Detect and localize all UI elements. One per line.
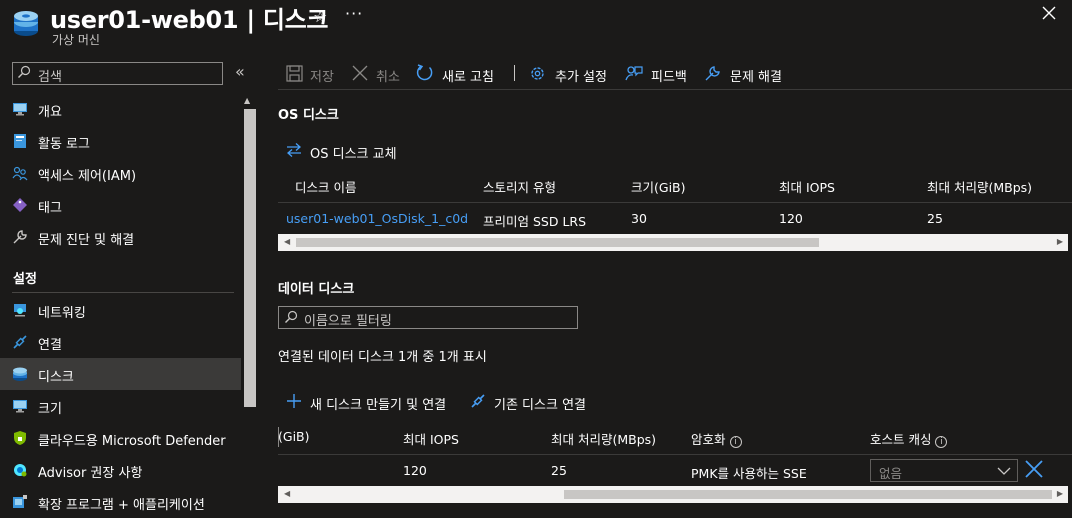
sidebar-item-activity-log[interactable]: 활동 로그 [0,125,241,157]
os-disk-horizontal-scrollbar[interactable]: ◀ ▶ [278,234,1068,251]
sidebar-item-tags[interactable]: 태그 [0,189,241,221]
column-header-max-iops: 최대 IOPS [403,432,459,447]
os-disk-iops: 120 [779,211,803,226]
scrollbar-thumb[interactable] [296,238,819,247]
tag-icon [12,197,28,213]
disk-icon [12,8,40,42]
feedback-icon [625,65,643,86]
advisor-icon [12,462,28,478]
disk-icon [12,366,28,382]
column-header-max-iops: 최대 IOPS [779,180,835,195]
swap-icon [286,142,302,162]
wrench-icon [704,65,721,86]
sidebar-item-defender[interactable]: 클라우드용 Microsoft Defender [0,422,241,454]
blade-header: user01-web01 | 디스크 가상 머신 ☆ ··· [0,0,1072,56]
sidebar-item-overview[interactable]: 개요 [0,93,241,125]
os-disk-size: 30 [631,211,647,226]
scroll-left-icon[interactable]: ◀ [284,237,290,246]
menu-scrollbar-thumb[interactable] [244,109,256,407]
column-resize-handle[interactable] [278,427,279,447]
os-disk-throughput: 25 [927,211,943,226]
data-disk-encryption: PMK를 사용하는 SSE [691,466,807,481]
scroll-left-icon[interactable]: ◀ [284,489,290,498]
section-divider [12,292,234,293]
search-icon [17,65,31,83]
scroll-right-icon[interactable]: ▶ [1057,489,1063,498]
filter-by-name-input[interactable]: 이름으로 필터링 [278,306,578,329]
data-disk-horizontal-scrollbar[interactable]: ◀ ▶ [278,486,1068,503]
feedback-button[interactable]: 피드백 [625,64,691,86]
people-icon [12,165,28,181]
gear-icon [529,65,546,86]
extension-icon [12,494,28,510]
column-header-encryption: 암호화 i [691,429,742,448]
activity-log-icon [12,133,28,149]
scroll-up-icon[interactable]: ▲ [244,96,250,105]
sidebar-item-advisor[interactable]: Advisor 권장 사항 [0,454,241,486]
column-header-disk-name: 디스크 이름 [295,180,357,195]
refresh-button[interactable]: 새로 고침 [416,64,500,86]
table-header-divider [278,202,1072,203]
detach-disk-icon[interactable] [1024,459,1044,483]
os-disk-name-link[interactable]: user01-web01_OsDisk_1_c0dde [286,211,468,226]
disks-blade-content: 저장 취소 새로 고침 추가 설정 피드백 문제 해결 OS 디스크 OS 디스… [258,56,1072,511]
column-header-max-throughput: 최대 처리량(MBps) [927,180,1033,195]
collapse-menu-icon[interactable]: « [235,62,245,81]
plus-icon [286,393,302,413]
scroll-right-icon[interactable]: ▶ [1057,237,1063,246]
table-header-divider [278,454,1072,455]
search-icon [284,310,298,328]
save-button[interactable]: 저장 [286,64,346,86]
toolbar-divider [278,89,1072,90]
column-header-size: (GiB) [278,429,310,444]
additional-settings-button[interactable]: 추가 설정 [529,64,611,86]
data-disk-iops: 120 [403,463,427,478]
network-icon [12,302,28,318]
column-header-host-caching: 호스트 캐싱 i [870,429,948,448]
os-disk-heading: OS 디스크 [278,108,339,123]
column-header-max-throughput: 최대 처리량(MBps) [551,432,657,447]
monitor-icon [12,101,28,117]
save-icon [286,65,303,86]
info-icon[interactable]: i [729,436,742,448]
sidebar-item-connect[interactable]: 연결 [0,326,241,358]
info-icon[interactable]: i [935,436,948,448]
sidebar-item-networking[interactable]: 네트워킹 [0,294,241,326]
chevron-down-icon [997,464,1011,482]
data-disks-heading: 데이터 디스크 [278,282,355,297]
column-header-size: 크기(GiB) [631,180,686,195]
sidebar-item-iam[interactable]: 액세스 제어(IAM) [0,157,241,189]
filter-placeholder: 이름으로 필터링 [304,314,392,329]
page-subtitle: 가상 머신 [52,33,100,47]
os-disk-storage-type: 프리미엄 SSD LRS [483,214,587,229]
sidebar-item-diagnose[interactable]: 문제 진단 및 해결 [0,221,241,253]
scrollbar-thumb[interactable] [564,490,1052,499]
refresh-icon [416,64,434,86]
ellipsis-icon[interactable]: ··· [345,4,363,23]
host-caching-select[interactable]: 없음 [870,459,1018,482]
shield-icon [12,430,28,446]
column-header-storage-type: 스토리지 유형 [483,180,556,195]
resource-menu: 검색 « 개요 활동 로그 액세스 제어(IAM) 태그 문제 진단 및 해결 … [0,56,258,513]
connect-icon [470,393,486,413]
section-header-settings: 설정 [13,272,37,287]
discard-button[interactable]: 취소 [352,64,408,85]
wrench-icon [12,229,28,245]
data-disk-throughput: 25 [551,463,567,478]
close-icon[interactable] [1042,4,1056,25]
sidebar-item-disks[interactable]: 디스크 [0,358,241,390]
star-icon[interactable]: ☆ [313,7,327,26]
sidebar-item-size[interactable]: 크기 [0,390,241,422]
connect-icon [12,334,28,350]
menu-search-input[interactable]: 검색 [12,62,223,85]
close-icon [352,65,368,85]
troubleshoot-button[interactable]: 문제 해결 [704,64,788,86]
sidebar-item-extensions[interactable]: 확장 프로그램 + 애플리케이션 [0,486,241,518]
monitor-icon [12,398,28,414]
toolbar-separator [514,65,515,81]
data-disk-count: 연결된 데이터 디스크 1개 중 1개 표시 [278,350,487,365]
page-title: user01-web01 | 디스크 [50,6,329,34]
search-placeholder: 검색 [38,70,62,85]
